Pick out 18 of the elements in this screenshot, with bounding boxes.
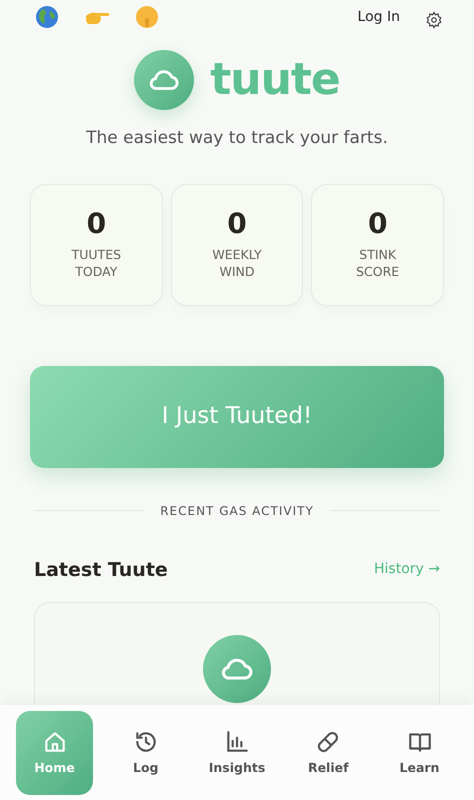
stat-label: WEEKLY WIND — [211, 246, 263, 280]
stat-value: 0 — [227, 210, 247, 238]
bar-chart-icon — [224, 728, 250, 755]
nav-tab[interactable]: Learn — [381, 711, 458, 795]
section-divider-label: RECENT GAS ACTIVITY — [160, 502, 314, 520]
shushing-face-button[interactable] — [134, 4, 160, 30]
stat-value: 0 — [368, 210, 388, 238]
nav-tab[interactable]: Log — [107, 711, 184, 795]
globe-button[interactable] — [34, 4, 60, 30]
stat-value: 0 — [86, 210, 106, 238]
tagline: The easiest way to track your farts. — [86, 127, 388, 150]
login-button[interactable]: Log In — [358, 6, 400, 28]
stat-label: TUUTES TODAY — [70, 246, 122, 280]
brand-name: tuute — [210, 58, 340, 102]
stat-label: STINK SCORE — [355, 246, 400, 280]
nav-tab[interactable]: Relief — [290, 711, 367, 795]
section-title: Latest Tuute — [34, 558, 168, 582]
nav-tab[interactable]: Insights — [198, 711, 276, 795]
